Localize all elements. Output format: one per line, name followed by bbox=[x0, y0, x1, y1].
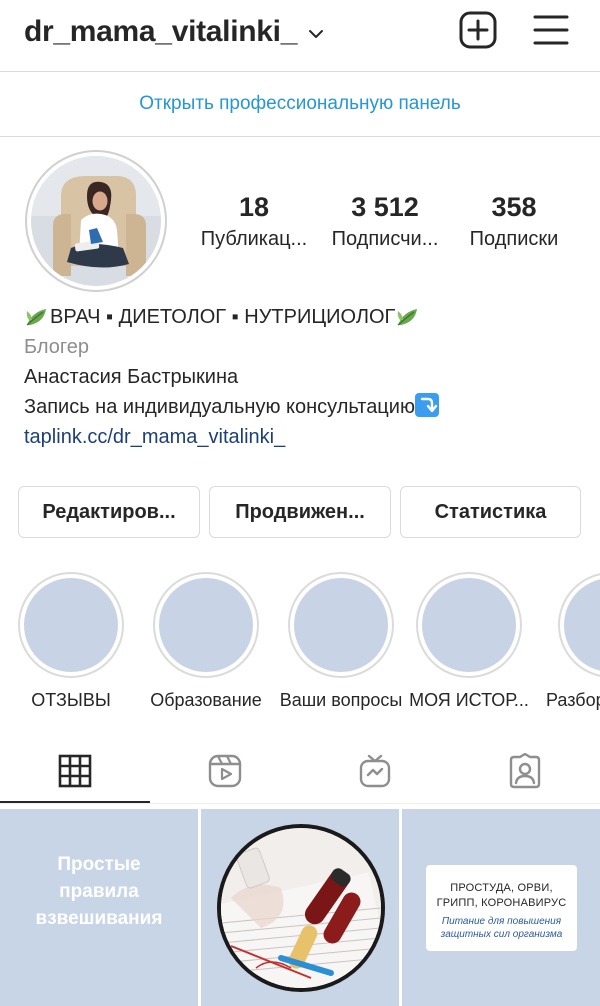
create-post-button[interactable] bbox=[458, 10, 498, 50]
category-label: Блогер bbox=[24, 336, 90, 358]
avatar-ring[interactable] bbox=[25, 150, 167, 292]
username: dr_mama_vitalinki_ bbox=[24, 15, 298, 48]
highlight-cover bbox=[159, 578, 253, 672]
plus-square-icon bbox=[459, 11, 497, 49]
post-text-line: Простые bbox=[57, 854, 141, 875]
post-card-subtitle: Питание для повышения защитных сил орган… bbox=[426, 915, 577, 941]
post-card-title-line: ПРОСТУДА, ОРВИ, bbox=[450, 882, 553, 894]
highlight-ring bbox=[416, 572, 522, 678]
post-thumbnail[interactable] bbox=[201, 809, 399, 1006]
tab-igtv[interactable] bbox=[300, 738, 450, 804]
hamburger-menu-icon bbox=[533, 15, 569, 45]
top-bar: dr_mama_vitalinki_ bbox=[0, 0, 600, 70]
edit-profile-button[interactable]: Редактиров... bbox=[18, 486, 200, 538]
following-number: 358 bbox=[491, 192, 537, 222]
igtv-icon bbox=[359, 754, 391, 788]
tab-reels[interactable] bbox=[150, 738, 300, 804]
following-count[interactable]: 358 Подписки bbox=[449, 190, 579, 254]
profile-tabs bbox=[0, 738, 600, 804]
open-professional-dashboard-link[interactable]: Открыть профессиональную панель bbox=[139, 93, 461, 115]
highlight-ring bbox=[558, 572, 600, 678]
highlight-ring bbox=[18, 572, 124, 678]
lab-test-tubes-photo bbox=[217, 824, 385, 992]
highlight-cover bbox=[564, 578, 600, 672]
bio-title-line: ВРАЧ ▪ ДИЕТОЛОГ ▪ НУТРИЦИОЛОГ bbox=[24, 302, 584, 332]
highlight-ring bbox=[288, 572, 394, 678]
highlight-questions[interactable]: Ваши вопросы bbox=[276, 572, 406, 713]
post-card: ПРОСТУДА, ОРВИ, ГРИПП, КОРОНАВИРУС Питан… bbox=[426, 865, 577, 951]
followers-count[interactable]: 3 512 Подписчи... bbox=[320, 190, 450, 254]
arrow-down-icon bbox=[414, 393, 439, 417]
tab-posts-grid[interactable] bbox=[0, 738, 150, 804]
post-card-title-line: ГРИПП, КОРОНАВИРУС bbox=[436, 897, 567, 909]
professional-panel: Открыть профессиональную панель bbox=[0, 72, 600, 136]
bio-title: ВРАЧ ▪ ДИЕТОЛОГ ▪ НУТРИЦИОЛОГ bbox=[50, 306, 396, 328]
avatar bbox=[31, 156, 161, 286]
highlight-label: Ваши вопросы bbox=[279, 690, 403, 710]
highlight-ring bbox=[153, 572, 259, 678]
post-text-line: правила bbox=[59, 881, 139, 902]
tagged-icon bbox=[509, 753, 541, 789]
reels-icon bbox=[208, 754, 242, 788]
divider bbox=[0, 803, 600, 804]
highlight-cover bbox=[294, 578, 388, 672]
followers-number: 3 512 bbox=[351, 192, 419, 222]
herb-icon bbox=[26, 309, 46, 326]
highlight-label: МОЯ ИСТОР... bbox=[409, 690, 529, 710]
post-card-title: ПРОСТУДА, ОРВИ, ГРИПП, КОРОНАВИРУС bbox=[426, 881, 577, 911]
menu-button[interactable] bbox=[531, 10, 571, 50]
highlight-cover bbox=[422, 578, 516, 672]
highlight-analysis[interactable]: Разбор bbox=[544, 572, 600, 713]
following-label: Подписки bbox=[469, 228, 559, 250]
post-thumbnail[interactable]: ПРОСТУДА, ОРВИ, ГРИПП, КОРОНАВИРУС Питан… bbox=[402, 809, 600, 1006]
post-caption-overlay: Простые правила взвешивания bbox=[0, 851, 198, 932]
bio-text: Запись на индивидуальную консультацию bbox=[24, 396, 415, 418]
posts-label: Публикац... bbox=[200, 228, 308, 250]
post-text-line: взвешивания bbox=[35, 908, 163, 929]
herb-icon bbox=[397, 309, 418, 326]
highlight-education[interactable]: Образование bbox=[141, 572, 271, 713]
post-card-subtitle-line: Питание для повышения bbox=[441, 916, 562, 927]
profile-photo bbox=[31, 156, 161, 286]
posts-count[interactable]: 18 Публикац... bbox=[189, 190, 319, 254]
post-card-subtitle-line: защитных сил организма bbox=[440, 929, 563, 940]
highlight-label: Образование bbox=[150, 690, 262, 710]
highlight-my-story[interactable]: МОЯ ИСТОР... bbox=[404, 572, 534, 713]
account-switcher[interactable]: dr_mama_vitalinki_ bbox=[24, 12, 325, 52]
bio-link[interactable]: taplink.cc/dr_mama_vitalinki_ bbox=[24, 422, 584, 452]
highlight-reviews[interactable]: ОТЗЫВЫ bbox=[6, 572, 136, 713]
tab-tagged[interactable] bbox=[450, 738, 600, 804]
lab-photo-image bbox=[221, 828, 381, 988]
highlight-label: ОТЗЫВЫ bbox=[31, 690, 111, 710]
full-name: Анастасия Бастрыкина bbox=[24, 366, 239, 388]
post-thumbnail[interactable]: Простые правила взвешивания bbox=[0, 809, 198, 1006]
insights-button[interactable]: Статистика bbox=[400, 486, 581, 538]
promotions-button[interactable]: Продвижен... bbox=[209, 486, 391, 538]
chevron-down-icon bbox=[309, 30, 324, 38]
grid-icon bbox=[58, 754, 92, 788]
bio-text-line: Запись на индивидуальную консультацию bbox=[24, 392, 584, 422]
highlight-cover bbox=[24, 578, 118, 672]
posts-number: 18 bbox=[238, 192, 270, 222]
followers-label: Подписчи... bbox=[331, 228, 439, 250]
divider bbox=[0, 136, 600, 137]
highlight-label: Разбор bbox=[546, 690, 600, 710]
bio: ВРАЧ ▪ ДИЕТОЛОГ ▪ НУТРИЦИОЛОГ Блогер Ана… bbox=[24, 302, 584, 452]
